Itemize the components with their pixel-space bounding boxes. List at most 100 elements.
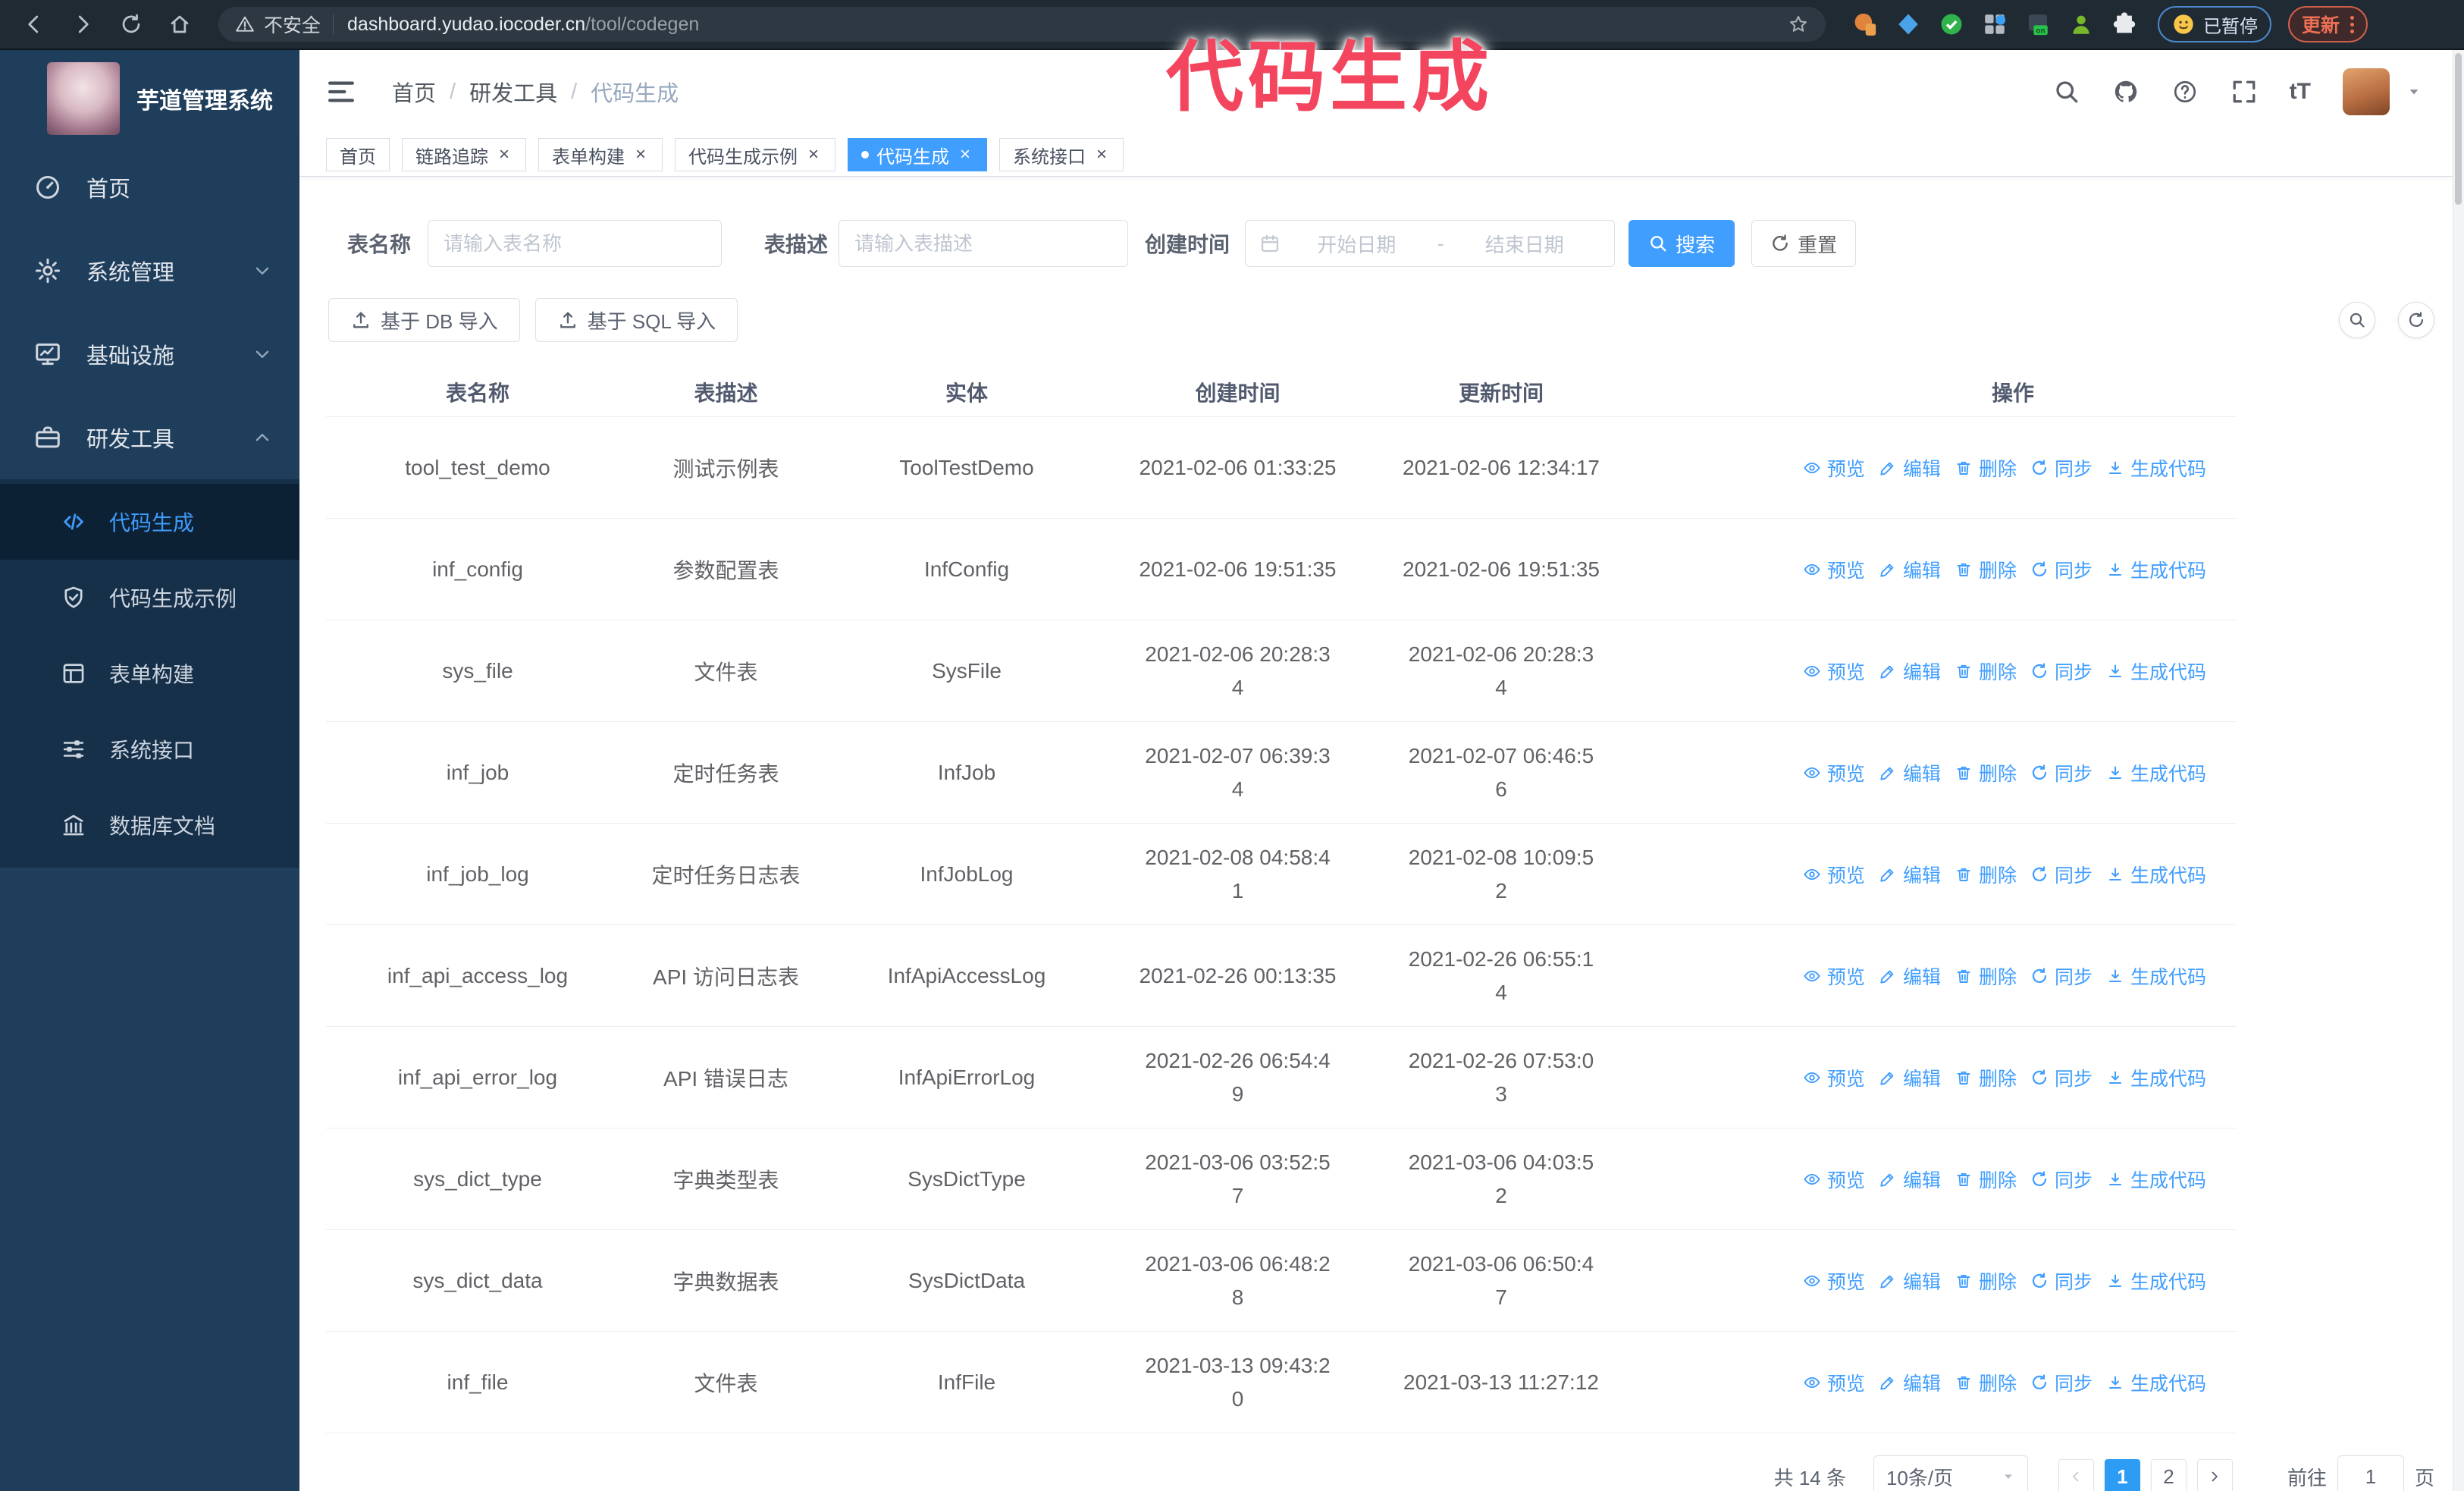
action-sync[interactable]: 同步 [2030, 556, 2093, 583]
action-download[interactable]: 生成代码 [2106, 1267, 2206, 1295]
page-scrollbar[interactable] [2453, 50, 2464, 1491]
action-eye[interactable]: 预览 [1803, 759, 1865, 786]
action-download[interactable]: 生成代码 [2106, 454, 2206, 482]
help-icon[interactable] [2171, 78, 2199, 105]
extension-orange-icon[interactable] [1851, 11, 1879, 38]
action-download[interactable]: 生成代码 [2106, 1166, 2206, 1193]
action-delete[interactable]: 删除 [1955, 1166, 2017, 1193]
avatar-caret-down-icon[interactable] [2406, 84, 2422, 99]
action-edit[interactable]: 编辑 [1879, 556, 1941, 583]
page-size-select[interactable]: 10条/页 [1873, 1455, 2028, 1491]
github-icon[interactable] [2112, 78, 2140, 105]
action-download[interactable]: 生成代码 [2106, 1369, 2206, 1396]
action-eye[interactable]: 预览 [1803, 1166, 1865, 1193]
scrollbar-thumb[interactable] [2455, 53, 2462, 205]
sidebar-item-gear[interactable]: 系统管理 [0, 229, 299, 312]
action-sync[interactable]: 同步 [2030, 1267, 2093, 1295]
action-eye[interactable]: 预览 [1803, 556, 1865, 583]
action-sync[interactable]: 同步 [2030, 861, 2093, 888]
sidebar-subitem-form[interactable]: 表单构建 [0, 636, 299, 711]
action-delete[interactable]: 删除 [1955, 1267, 2017, 1295]
import-db-button[interactable]: 基于 DB 导入 [328, 298, 520, 342]
action-eye[interactable]: 预览 [1803, 1267, 1865, 1295]
import-sql-button[interactable]: 基于 SQL 导入 [534, 298, 738, 342]
action-sync[interactable]: 同步 [2030, 962, 2093, 990]
action-delete[interactable]: 删除 [1955, 962, 2017, 990]
tab-系统接口[interactable]: 系统接口 × [999, 138, 1124, 171]
font-size-icon[interactable]: tT [2290, 79, 2311, 105]
refresh-table-button[interactable] [2398, 302, 2434, 338]
search-button[interactable]: 搜索 [1629, 220, 1735, 267]
browser-update-button[interactable]: 更新 [2288, 6, 2368, 42]
action-edit[interactable]: 编辑 [1879, 861, 1941, 888]
table-desc-input[interactable] [839, 220, 1129, 267]
start-date-placeholder[interactable]: 开始日期 [1281, 230, 1433, 258]
action-download[interactable]: 生成代码 [2106, 658, 2206, 685]
action-download[interactable]: 生成代码 [2106, 962, 2206, 990]
prev-page-button[interactable] [2058, 1458, 2094, 1491]
extension-person-icon[interactable] [2067, 11, 2095, 38]
breadcrumb-dev-tools[interactable]: 研发工具 [469, 76, 557, 108]
extension-screen-on-icon[interactable]: on [2024, 11, 2052, 38]
action-edit[interactable]: 编辑 [1879, 962, 1941, 990]
action-sync[interactable]: 同步 [2030, 1369, 2093, 1396]
user-avatar[interactable] [2343, 68, 2390, 115]
sidebar-item-dashboard[interactable]: 首页 [0, 146, 299, 229]
action-eye[interactable]: 预览 [1803, 1369, 1865, 1396]
tab-首页[interactable]: 首页 [326, 138, 390, 171]
kebab-menu-icon[interactable] [2350, 15, 2355, 33]
action-eye[interactable]: 预览 [1803, 1064, 1865, 1091]
sidebar-item-tools[interactable]: 研发工具 [0, 396, 299, 479]
action-delete[interactable]: 删除 [1955, 454, 2017, 482]
action-download[interactable]: 生成代码 [2106, 556, 2206, 583]
tab-表单构建[interactable]: 表单构建 × [538, 138, 663, 171]
extension-gem-icon[interactable] [1895, 11, 1922, 38]
bookmark-star-icon[interactable] [1788, 14, 1809, 35]
action-edit[interactable]: 编辑 [1879, 759, 1941, 786]
action-sync[interactable]: 同步 [2030, 1064, 2093, 1091]
action-delete[interactable]: 删除 [1955, 759, 2017, 786]
sidebar-subitem-sliders[interactable]: 系统接口 [0, 711, 299, 787]
action-download[interactable]: 生成代码 [2106, 759, 2206, 786]
action-delete[interactable]: 删除 [1955, 1064, 2017, 1091]
toggle-search-button[interactable] [2339, 302, 2375, 338]
action-eye[interactable]: 预览 [1803, 962, 1865, 990]
hamburger-icon[interactable] [325, 76, 357, 108]
action-edit[interactable]: 编辑 [1879, 1369, 1941, 1396]
reset-button[interactable]: 重置 [1751, 220, 1857, 267]
extension-grid-icon[interactable] [1981, 11, 2008, 38]
action-download[interactable]: 生成代码 [2106, 1064, 2206, 1091]
close-icon[interactable]: × [632, 146, 649, 164]
extension-green-check-icon[interactable] [1938, 11, 1965, 38]
action-edit[interactable]: 编辑 [1879, 658, 1941, 685]
action-eye[interactable]: 预览 [1803, 658, 1865, 685]
action-edit[interactable]: 编辑 [1879, 454, 1941, 482]
action-edit[interactable]: 编辑 [1879, 1166, 1941, 1193]
end-date-placeholder[interactable]: 结束日期 [1448, 230, 1600, 258]
close-icon[interactable]: × [805, 146, 822, 164]
page-button-1[interactable]: 1 [2104, 1458, 2140, 1491]
tab-代码生成[interactable]: 代码生成 × [848, 138, 987, 171]
breadcrumb-home[interactable]: 首页 [392, 76, 436, 108]
action-download[interactable]: 生成代码 [2106, 861, 2206, 888]
url-bar[interactable]: 不安全 dashboard.yudao.iocoder.cn /tool/cod… [218, 7, 1826, 42]
table-name-input[interactable] [428, 220, 723, 267]
sidebar-item-infra-monitor[interactable]: 基础设施 [0, 312, 299, 396]
close-icon[interactable]: × [496, 146, 513, 164]
action-sync[interactable]: 同步 [2030, 658, 2093, 685]
browser-back-button[interactable] [20, 10, 49, 39]
action-edit[interactable]: 编辑 [1879, 1064, 1941, 1091]
sidebar-subitem-code[interactable]: 代码生成 [0, 484, 299, 560]
create-time-range-picker[interactable]: 开始日期 - 结束日期 [1245, 220, 1616, 267]
sidebar-subitem-shield-check[interactable]: 代码生成示例 [0, 560, 299, 636]
fullscreen-icon[interactable] [2230, 78, 2258, 105]
action-edit[interactable]: 编辑 [1879, 1267, 1941, 1295]
close-icon[interactable]: × [1093, 146, 1110, 164]
search-icon[interactable] [2053, 78, 2080, 105]
action-delete[interactable]: 删除 [1955, 861, 2017, 888]
goto-page-input[interactable] [2337, 1455, 2404, 1491]
browser-forward-button[interactable] [68, 10, 97, 39]
next-page-button[interactable] [2196, 1458, 2233, 1491]
action-eye[interactable]: 预览 [1803, 454, 1865, 482]
action-delete[interactable]: 删除 [1955, 658, 2017, 685]
